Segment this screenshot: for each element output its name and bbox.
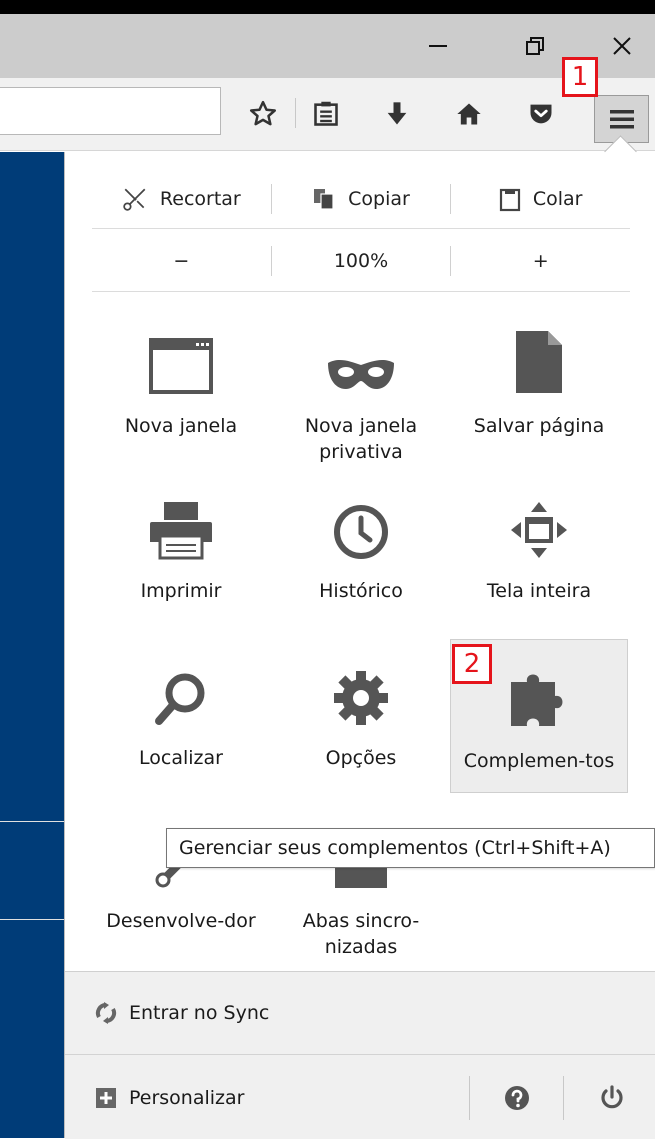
menu-footer: Entrar no Sync Personalizar <box>65 971 655 1139</box>
help-button[interactable] <box>475 1056 559 1139</box>
divider <box>92 291 630 292</box>
divider <box>92 228 630 229</box>
find-button[interactable]: Localizar <box>92 637 270 797</box>
history-label: Histórico <box>319 580 403 602</box>
puzzle-icon <box>511 674 563 726</box>
toolbar-separator <box>295 98 296 128</box>
footer-separator <box>469 1076 470 1120</box>
zoom-controls: − 100% + <box>92 232 630 290</box>
copy-label: Copiar <box>348 188 410 210</box>
clipboard-icon <box>499 188 520 212</box>
pocket-icon <box>530 104 552 124</box>
bookmark-star-icon <box>250 100 276 126</box>
quit-button[interactable] <box>570 1056 654 1139</box>
restore-button[interactable] <box>505 14 565 78</box>
url-bar[interactable] <box>0 87 221 135</box>
gear-icon <box>334 671 388 725</box>
zoom-reset-button[interactable]: 100% <box>272 232 451 290</box>
pocket-button[interactable] <box>521 94 561 134</box>
addons-label: Complemen-tos <box>463 750 615 772</box>
hamburger-menu-icon <box>609 110 634 129</box>
fullscreen-label: Tela inteira <box>486 580 592 602</box>
copy-button[interactable]: Copiar <box>272 172 451 226</box>
edit-controls: Recortar Copiar Colar <box>92 172 630 226</box>
home-icon <box>457 103 481 125</box>
bookmark-button[interactable] <box>243 94 283 134</box>
save-page-label: Salvar página <box>473 415 605 437</box>
private-window-label: Nova janela privativa <box>304 415 418 463</box>
private-window-button[interactable]: Nova janela privativa <box>272 305 450 465</box>
fullscreen-button[interactable]: Tela inteira <box>450 470 628 630</box>
restore-icon <box>526 37 544 55</box>
help-icon <box>505 1085 529 1110</box>
customize-button[interactable]: Personalizar <box>65 1056 469 1139</box>
paste-label: Colar <box>532 188 583 210</box>
cut-button[interactable]: Recortar <box>92 172 271 226</box>
customize-row: Personalizar <box>65 1056 655 1139</box>
downloads-button[interactable] <box>377 94 417 134</box>
new-window-button[interactable]: Nova janela <box>92 305 270 465</box>
fullscreen-icon <box>511 502 567 558</box>
page-divider <box>0 821 64 822</box>
printer-icon <box>150 502 212 560</box>
copy-icon <box>314 189 334 210</box>
new-window-icon <box>149 338 213 394</box>
sync-label: Entrar no Sync <box>129 1002 270 1024</box>
print-label: Imprimir <box>140 580 222 602</box>
download-arrow-icon <box>387 102 407 125</box>
paste-button[interactable]: Colar <box>451 172 630 226</box>
options-label: Opções <box>325 747 397 769</box>
history-button[interactable]: Histórico <box>272 470 450 630</box>
scissors-icon <box>123 188 146 211</box>
page-sidebar <box>0 152 64 1138</box>
synced-tabs-button[interactable]: Abas sincro-nizadas <box>272 800 450 965</box>
private-mask-icon <box>328 359 394 389</box>
zoom-out-button[interactable]: − <box>92 232 271 290</box>
minimize-icon <box>429 45 447 47</box>
footer-separator <box>563 1076 564 1120</box>
annotation-step-2: 2 <box>452 644 492 684</box>
options-button[interactable]: Opções <box>272 637 450 797</box>
developer-button[interactable]: Desenvolve-dor <box>92 800 270 965</box>
sync-button[interactable]: Entrar no Sync <box>65 972 655 1055</box>
cut-label: Recortar <box>159 188 241 210</box>
reading-list-button[interactable] <box>306 94 346 134</box>
new-window-label: Nova janela <box>124 415 238 437</box>
save-page-icon <box>516 331 562 393</box>
save-page-button[interactable]: Salvar página <box>450 305 628 465</box>
close-button[interactable] <box>592 14 652 78</box>
developer-label: Desenvolve-dor <box>106 910 256 932</box>
page-divider <box>0 919 64 920</box>
plus-box-icon <box>96 1087 116 1108</box>
search-icon <box>155 673 205 725</box>
zoom-in-button[interactable]: + <box>451 232 630 290</box>
home-button[interactable] <box>449 94 489 134</box>
history-clock-icon <box>334 505 388 559</box>
customize-label: Personalizar <box>129 1086 245 1109</box>
power-icon <box>601 1084 623 1108</box>
addons-tooltip: Gerenciar seus complementos (Ctrl+Shift+… <box>166 828 655 868</box>
reading-list-icon <box>314 101 338 126</box>
find-label: Localizar <box>139 747 223 769</box>
sync-icon <box>95 1002 117 1024</box>
annotation-step-1: 1 <box>562 57 598 97</box>
synced-tabs-label: Abas sincro-nizadas <box>302 910 420 958</box>
window-top-border <box>0 0 655 14</box>
minimize-button[interactable] <box>408 14 468 78</box>
close-icon <box>613 37 631 55</box>
print-button[interactable]: Imprimir <box>92 470 270 630</box>
